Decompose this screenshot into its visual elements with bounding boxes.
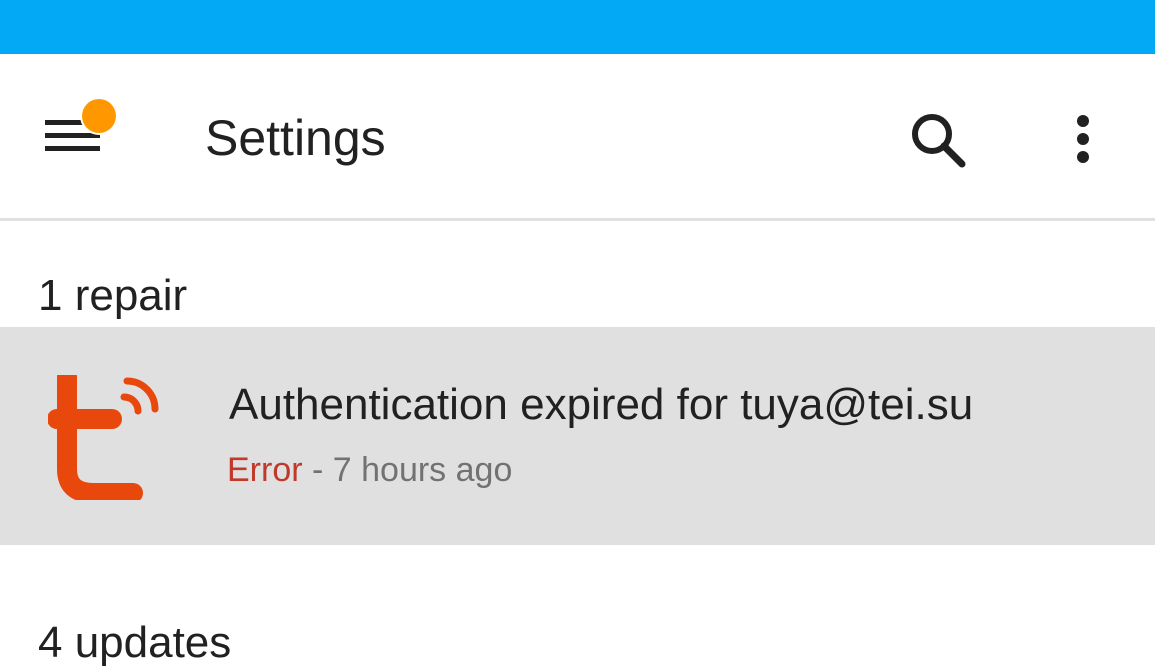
repair-time: 7 hours ago <box>332 451 513 489</box>
updates-section-header: 4 updates <box>38 618 232 667</box>
repair-separator: - <box>302 451 333 489</box>
repair-list-item[interactable]: Authentication expired for tuya@tei.su E… <box>0 327 1155 545</box>
page-title: Settings <box>205 110 386 166</box>
more-vert-icon <box>1077 115 1089 163</box>
notification-dot <box>82 99 116 133</box>
top-app-bar <box>0 54 1155 218</box>
search-icon <box>912 114 966 168</box>
overflow-menu-button[interactable] <box>1058 104 1108 174</box>
toolbar-divider <box>0 218 1155 221</box>
hamburger-menu-icon <box>45 97 118 151</box>
repair-severity: Error <box>227 451 303 489</box>
menu-button[interactable] <box>34 92 124 172</box>
repairs-section-header: 1 repair <box>38 271 188 320</box>
tuya-logo-icon <box>47 367 168 503</box>
search-button[interactable] <box>902 104 972 174</box>
status-bar <box>0 0 1155 54</box>
repair-title: Authentication expired for tuya@tei.su <box>229 380 974 429</box>
repair-subtitle: Error - 7 hours ago <box>227 449 512 491</box>
